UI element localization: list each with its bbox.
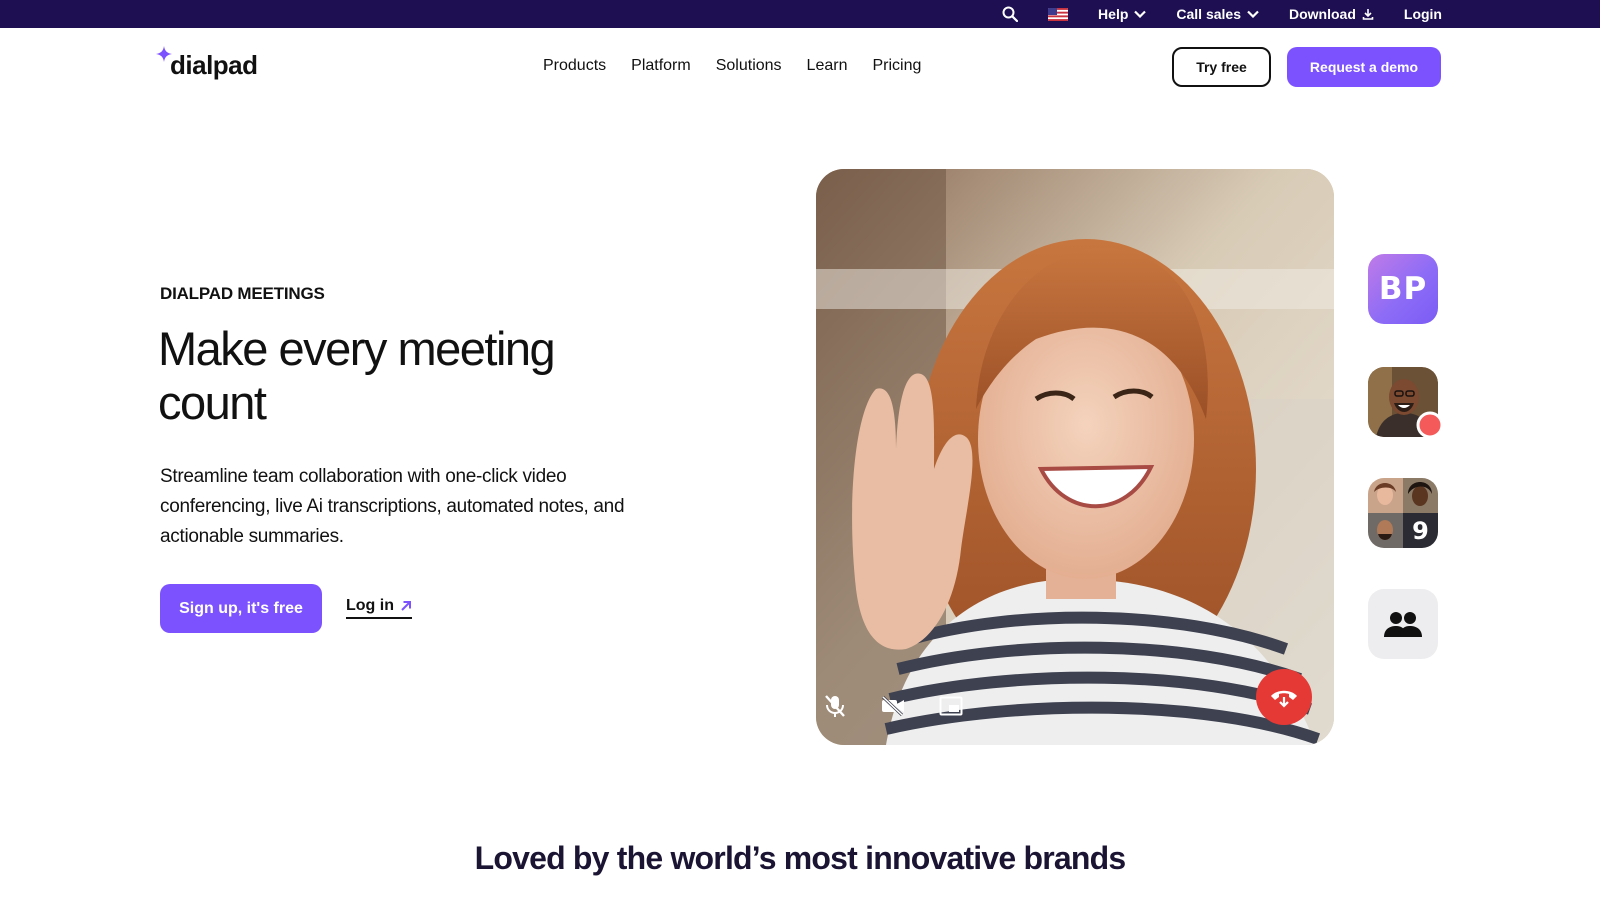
camera-off-icon xyxy=(881,696,904,716)
download-label: Download xyxy=(1289,6,1356,22)
end-call-button[interactable] xyxy=(1256,669,1312,725)
picture-in-picture-button[interactable] xyxy=(936,691,966,721)
phone-hangup-icon xyxy=(1271,690,1297,708)
call-sales-menu[interactable]: Call sales xyxy=(1176,6,1259,22)
nav-products[interactable]: Products xyxy=(543,56,606,76)
participant-initials-tile[interactable]: BP xyxy=(1368,254,1438,324)
chevron-down-icon xyxy=(1134,10,1147,18)
call-sales-label: Call sales xyxy=(1176,6,1241,22)
sparkle-icon xyxy=(156,46,172,62)
utility-bar: Help Call sales Download Login xyxy=(0,0,1600,28)
call-controls xyxy=(816,655,1334,745)
search-icon xyxy=(1002,6,1019,22)
participant-initials: BP xyxy=(1378,271,1428,307)
video-call-preview xyxy=(816,169,1334,745)
mic-off-icon xyxy=(825,695,845,717)
participant-grid-tile[interactable]: 9 xyxy=(1368,478,1438,548)
us-flag-icon xyxy=(1048,7,1069,21)
participant-count-badge: 9 xyxy=(1403,513,1438,548)
main-nav: dialpad Products Platform Solutions Lear… xyxy=(0,28,1600,104)
try-free-button[interactable]: Try free xyxy=(1172,47,1271,87)
brands-section-title: Loved by the world’s most innovative bra… xyxy=(474,840,1127,876)
participant-speaking-tile[interactable] xyxy=(1368,367,1444,439)
nav-platform[interactable]: Platform xyxy=(631,56,691,76)
dialpad-logo[interactable]: dialpad xyxy=(156,46,258,80)
signup-button[interactable]: Sign up, it's free xyxy=(160,584,322,633)
hero-subtext: Streamline team collaboration with one-c… xyxy=(160,466,625,547)
login-label: Login xyxy=(1403,6,1442,22)
nav-pricing[interactable]: Pricing xyxy=(872,56,921,76)
primary-nav: Products Platform Solutions Learn Pricin… xyxy=(543,56,946,76)
help-label: Help xyxy=(1098,6,1129,22)
camera-toggle-button[interactable] xyxy=(878,691,908,721)
arrow-up-right-icon xyxy=(401,601,411,611)
participants-list-button[interactable] xyxy=(1368,589,1438,659)
logo-text: dialpad xyxy=(170,50,258,80)
download-icon xyxy=(1362,9,1374,20)
hero-headline: Make every meeting count xyxy=(158,322,556,429)
mute-mic-button[interactable] xyxy=(820,691,850,721)
picture-in-picture-icon xyxy=(939,696,963,716)
chevron-down-icon xyxy=(1247,10,1259,18)
request-demo-button[interactable]: Request a demo xyxy=(1287,47,1441,87)
hero-eyebrow: DIALPAD MEETINGS xyxy=(160,284,325,303)
hero-login-label: Log in xyxy=(346,597,394,614)
download-link[interactable]: Download xyxy=(1289,6,1374,22)
help-menu[interactable]: Help xyxy=(1098,6,1147,22)
people-icon xyxy=(1384,612,1422,637)
login-link[interactable]: Login xyxy=(1404,6,1442,22)
nav-learn[interactable]: Learn xyxy=(807,56,848,76)
language-selector[interactable] xyxy=(1048,7,1069,21)
hero-login-link[interactable]: Log in xyxy=(346,597,412,619)
recording-indicator-icon xyxy=(1416,411,1444,439)
nav-solutions[interactable]: Solutions xyxy=(716,56,782,76)
search-button[interactable] xyxy=(1002,6,1019,22)
